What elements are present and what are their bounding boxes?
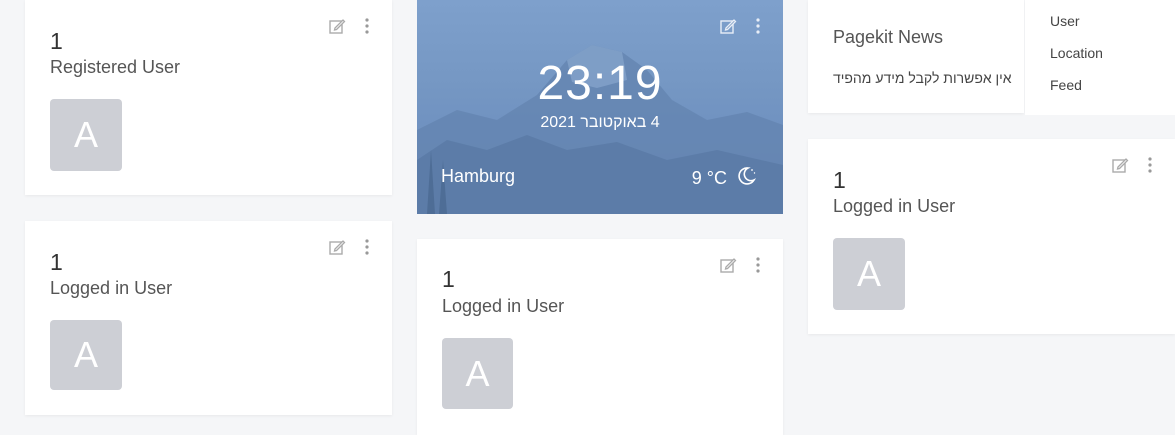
user-count: 1 (833, 167, 846, 193)
edit-icon[interactable] (328, 17, 346, 35)
user-count: 1 (50, 28, 63, 54)
logged-in-user-widget: 1 Logged in User A (808, 139, 1175, 334)
clock-date: 4 באוקטובר 2021 (540, 114, 660, 131)
menu-item-location[interactable]: Location (1050, 45, 1103, 61)
user-count: 1 (442, 266, 455, 292)
menu-item-feed[interactable]: Feed (1050, 77, 1082, 93)
avatar[interactable]: A (50, 99, 122, 171)
logged-in-user-widget: 1 Logged in User A (417, 239, 783, 435)
widget-tools (719, 17, 767, 35)
avatar[interactable]: A (833, 238, 905, 310)
more-menu-icon[interactable] (358, 17, 376, 35)
news-message: אין אפשרות לקבל מידע מהפיד (833, 70, 1012, 86)
registered-user-widget: 1 Registered User A (25, 0, 392, 195)
more-menu-icon[interactable] (358, 238, 376, 256)
clock-time: 23:19 (537, 57, 663, 110)
temperature-value: 9 °C (691, 168, 727, 188)
more-menu-icon[interactable] (749, 17, 767, 35)
weather-city: Hamburg (441, 166, 516, 186)
edit-icon[interactable] (1111, 156, 1129, 174)
widget-type-menu: User Location Feed (1025, 0, 1175, 115)
moon-icon (735, 165, 757, 192)
widget-tools (328, 238, 376, 256)
menu-item-user[interactable]: User (1050, 13, 1080, 29)
widget-tools (328, 17, 376, 35)
edit-icon[interactable] (719, 17, 737, 35)
widget-label: Logged in User (442, 296, 565, 316)
news-widget: Pagekit News אין אפשרות לקבל מידע מהפיד (808, 0, 1024, 113)
widget-tools (1111, 156, 1159, 174)
weather-temperature: 9 °C (692, 165, 757, 192)
news-title: Pagekit News (833, 27, 944, 47)
widget-label: Registered User (50, 57, 181, 77)
weather-widget: 23:19 4 באוקטובר 2021 Hamburg 9 °C (417, 0, 783, 214)
edit-icon[interactable] (328, 238, 346, 256)
widget-label: Logged in User (833, 196, 956, 216)
more-menu-icon[interactable] (1141, 156, 1159, 174)
more-menu-icon[interactable] (749, 256, 767, 274)
widget-label: Logged in User (50, 278, 173, 298)
avatar[interactable]: A (442, 338, 513, 409)
avatar[interactable]: A (50, 320, 122, 390)
edit-icon[interactable] (719, 256, 737, 274)
user-count: 1 (50, 249, 63, 275)
widget-tools (719, 256, 767, 274)
logged-in-user-widget: 1 Logged in User A (25, 221, 392, 415)
